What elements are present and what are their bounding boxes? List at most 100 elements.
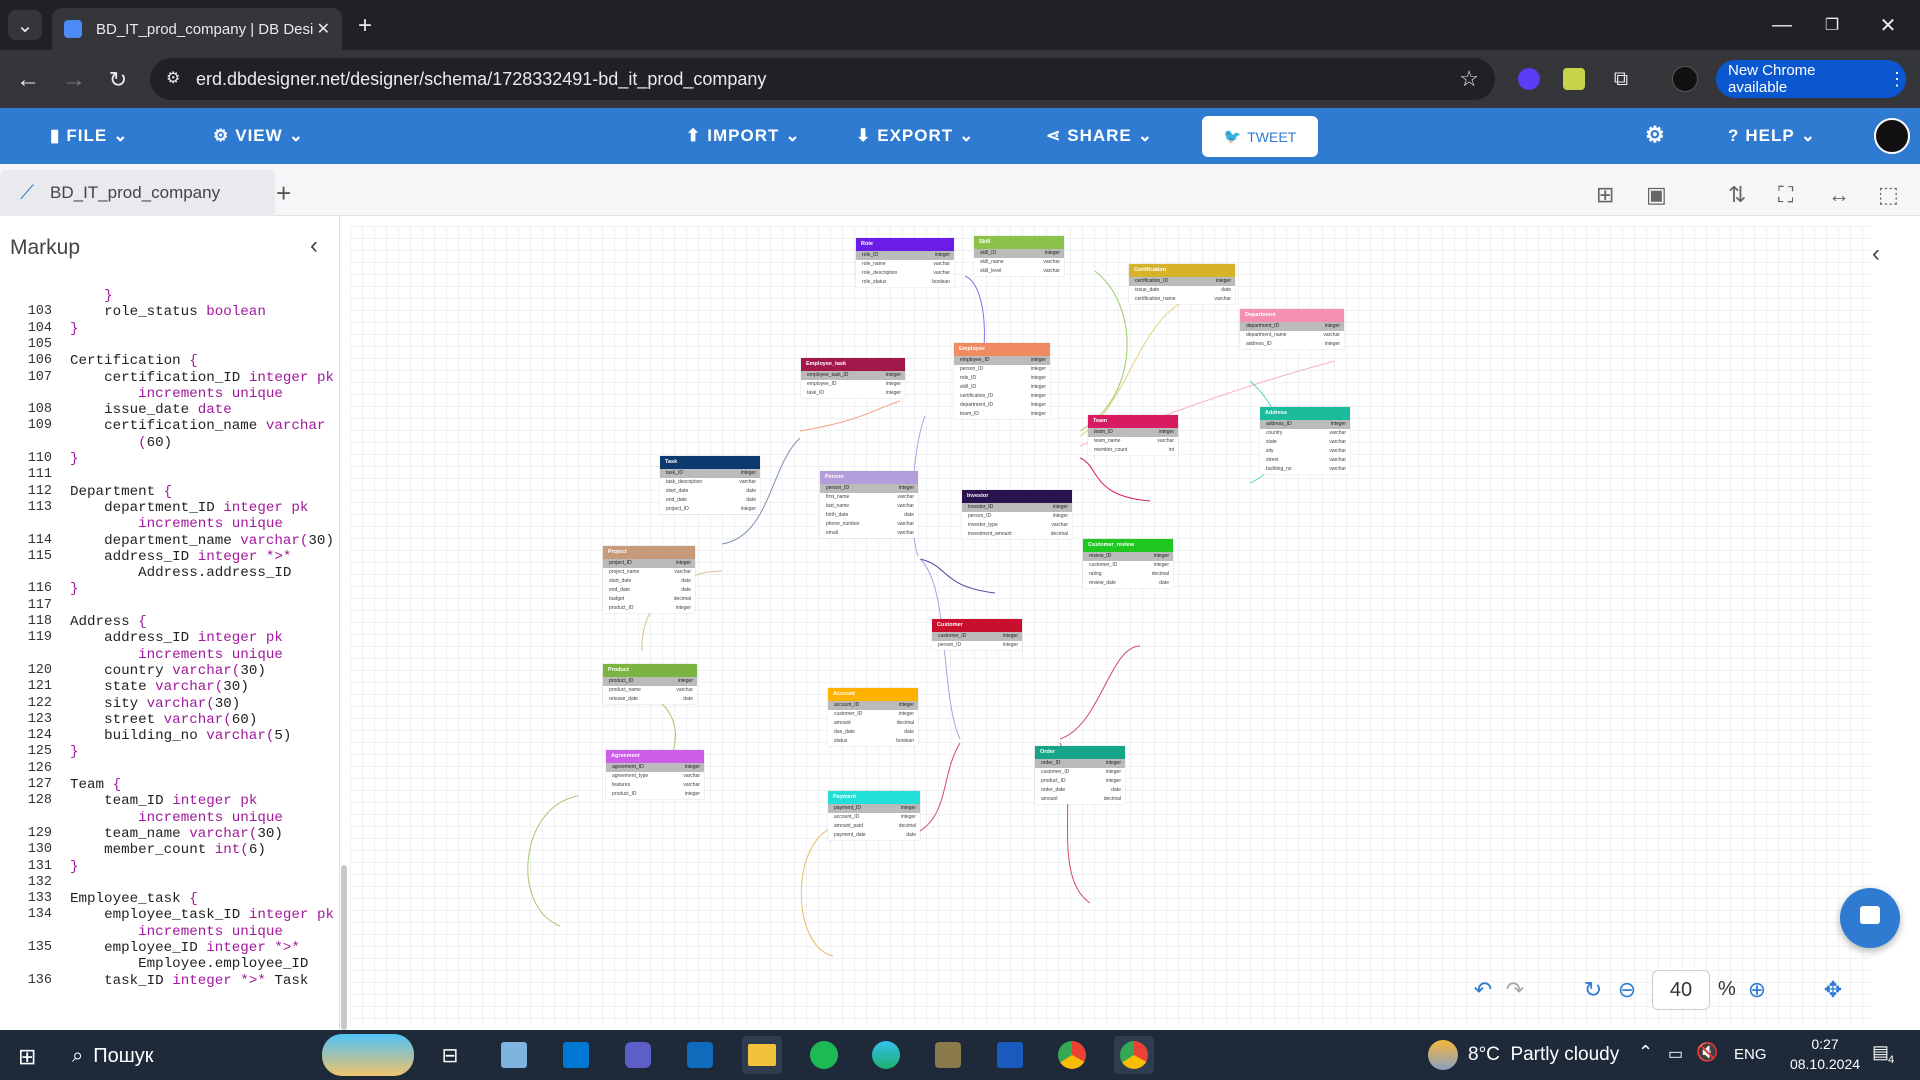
- restore-icon[interactable]: ❐: [1812, 10, 1852, 40]
- table-column-row[interactable]: team_ID integer: [1088, 428, 1178, 437]
- table-column-row[interactable]: department_name varchar: [1240, 331, 1344, 340]
- table-column-row[interactable]: country varchar: [1260, 429, 1350, 438]
- table-column-row[interactable]: address_ID integer: [1260, 420, 1350, 429]
- tweet-button[interactable]: 🐦 TWEET: [1202, 116, 1318, 157]
- table-column-row[interactable]: release_date date: [603, 695, 697, 704]
- file-explorer-icon[interactable]: [742, 1036, 782, 1074]
- table-column-row[interactable]: role_name varchar: [856, 260, 954, 269]
- table-column-row[interactable]: task_ID integer: [801, 389, 905, 398]
- extension-icon[interactable]: [1518, 68, 1540, 90]
- extensions-puzzle-icon[interactable]: ⧉: [1606, 64, 1636, 94]
- weather-text[interactable]: 8°C Partly cloudy: [1468, 1044, 1619, 1066]
- table-column-row[interactable]: team_name varchar: [1088, 437, 1178, 446]
- code-line[interactable]: }: [70, 859, 79, 875]
- table-column-row[interactable]: product_ID integer: [603, 604, 695, 613]
- table-employee-task[interactable]: Employee_task employee_task_ID integer empl…: [801, 358, 905, 398]
- clock-time[interactable]: 0:27: [1800, 1036, 1850, 1052]
- import-menu[interactable]: ⬆ IMPORT ⌄: [686, 126, 801, 146]
- fullscreen-icon[interactable]: ⛶: [1778, 182, 1793, 208]
- code-line[interactable]: department_name varchar(30): [70, 533, 334, 549]
- code-line[interactable]: task_ID integer *>* Task: [70, 973, 308, 989]
- tab-search-icon[interactable]: ⌄: [8, 10, 42, 40]
- table-header[interactable]: Role: [856, 238, 954, 251]
- code-line[interactable]: }: [70, 288, 113, 304]
- table-column-row[interactable]: customer_ID integer: [828, 710, 918, 719]
- erd-canvas[interactable]: Role role_ID integer role_name varchar role_d…: [350, 226, 1870, 1026]
- code-line[interactable]: department_ID integer pk: [70, 500, 308, 516]
- table-column-row[interactable]: role_status boolean: [856, 278, 954, 287]
- table-order[interactable]: Order order_ID integer customer_ID integer pr…: [1035, 746, 1125, 804]
- table-payment[interactable]: Payment payment_ID integer account_ID intege…: [828, 791, 920, 840]
- table-column-row[interactable]: end_date date: [660, 496, 760, 505]
- table-column-row[interactable]: product_name varchar: [603, 686, 697, 695]
- table-column-row[interactable]: employee_ID integer: [954, 356, 1050, 365]
- document-tab[interactable]: ⟋ BD_IT_prod_company: [0, 170, 275, 216]
- table-header[interactable]: Department: [1240, 309, 1344, 322]
- table-column-row[interactable]: person_ID integer: [962, 512, 1072, 521]
- close-window-icon[interactable]: ✕: [1868, 10, 1908, 40]
- clock-date[interactable]: 08.10.2024: [1776, 1056, 1874, 1072]
- table-column-row[interactable]: person_ID integer: [820, 484, 918, 493]
- chrome-active-icon[interactable]: [1114, 1036, 1154, 1074]
- chrome-icon[interactable]: [1052, 1036, 1092, 1074]
- table-department[interactable]: Department department_ID integer department…: [1240, 309, 1344, 349]
- table-column-row[interactable]: task_description varchar: [660, 478, 760, 487]
- code-line[interactable]: Address.address_ID: [70, 565, 291, 581]
- notification-icon[interactable]: ▤: [1872, 1042, 1889, 1063]
- table-column-row[interactable]: amount decimal: [1035, 795, 1125, 804]
- table-customer-review[interactable]: Customer_review review_ID integer customer_…: [1083, 539, 1173, 588]
- table-column-row[interactable]: employee_ID integer: [801, 380, 905, 389]
- table-column-row[interactable]: skill_ID integer: [954, 383, 1050, 392]
- code-line[interactable]: certification_ID integer pk: [70, 370, 334, 386]
- table-column-row[interactable]: account_ID integer: [828, 813, 920, 822]
- table-column-row[interactable]: agreement_ID integer: [606, 763, 704, 772]
- zoom-level-input[interactable]: 40: [1652, 970, 1710, 1010]
- code-line[interactable]: increments unique: [70, 386, 283, 402]
- sort-icon[interactable]: ⇅: [1728, 182, 1746, 208]
- add-note-icon[interactable]: ▣: [1646, 182, 1667, 208]
- address-bar[interactable]: ⚙ erd.dbdesigner.net/designer/schema/172…: [150, 58, 1495, 100]
- undo-icon[interactable]: ↶: [1468, 975, 1498, 1005]
- table-column-row[interactable]: person_ID integer: [932, 641, 1022, 650]
- table-column-row[interactable]: role_description varchar: [856, 269, 954, 278]
- table-team[interactable]: Team team_ID integer team_name varchar member…: [1088, 415, 1178, 455]
- table-column-row[interactable]: features varchar: [606, 781, 704, 790]
- app-icon[interactable]: [928, 1036, 968, 1074]
- tray-chevron-up-icon[interactable]: ⌃: [1638, 1042, 1653, 1063]
- code-line[interactable]: increments unique: [70, 516, 283, 532]
- table-person[interactable]: Person person_ID integer first_name varchar l…: [820, 471, 918, 538]
- table-column-row[interactable]: role_ID integer: [856, 251, 954, 260]
- table-product[interactable]: Product product_ID integer product_name varc…: [603, 664, 697, 704]
- table-column-row[interactable]: customer_ID integer: [932, 632, 1022, 641]
- table-column-row[interactable]: order_ID integer: [1035, 759, 1125, 768]
- fit-width-icon[interactable]: ↔: [1828, 182, 1850, 208]
- table-header[interactable]: Employee: [954, 343, 1050, 356]
- table-header[interactable]: Agreement: [606, 750, 704, 763]
- code-line[interactable]: Employee_task {: [70, 891, 198, 907]
- add-document-icon[interactable]: +: [276, 178, 291, 209]
- table-column-row[interactable]: skill_ID integer: [974, 249, 1064, 258]
- table-column-row[interactable]: department_ID integer: [1240, 322, 1344, 331]
- table-column-row[interactable]: start_date date: [603, 577, 695, 586]
- table-column-row[interactable]: status boolean: [828, 737, 918, 746]
- zoom-in-icon[interactable]: ⊕: [1742, 975, 1772, 1005]
- code-line[interactable]: employee_ID integer *>*: [70, 940, 300, 956]
- table-column-row[interactable]: skill_level varchar: [974, 267, 1064, 276]
- code-line[interactable]: address_ID integer *>*: [70, 549, 291, 565]
- code-line[interactable]: Department {: [70, 484, 172, 500]
- code-line[interactable]: team_ID integer pk: [70, 793, 257, 809]
- code-line[interactable]: Employee.employee_ID: [70, 956, 308, 972]
- table-header[interactable]: Product: [603, 664, 697, 677]
- table-column-row[interactable]: budget decimal: [603, 595, 695, 604]
- settings-gear-icon[interactable]: ⚙: [1645, 122, 1666, 148]
- table-column-row[interactable]: birth_date date: [820, 511, 918, 520]
- file-menu[interactable]: ▮ FILE ⌄: [50, 126, 128, 146]
- table-column-row[interactable]: department_ID integer: [954, 401, 1050, 410]
- table-header[interactable]: Person: [820, 471, 918, 484]
- table-task[interactable]: Task task_ID integer task_description varcha…: [660, 456, 760, 514]
- tab-close-icon[interactable]: ✕: [317, 19, 330, 39]
- volume-mute-icon[interactable]: 🔇: [1696, 1042, 1718, 1063]
- table-column-row[interactable]: phone_number varchar: [820, 520, 918, 529]
- code-line[interactable]: sity varchar(30): [70, 696, 240, 712]
- table-column-row[interactable]: person_ID integer: [954, 365, 1050, 374]
